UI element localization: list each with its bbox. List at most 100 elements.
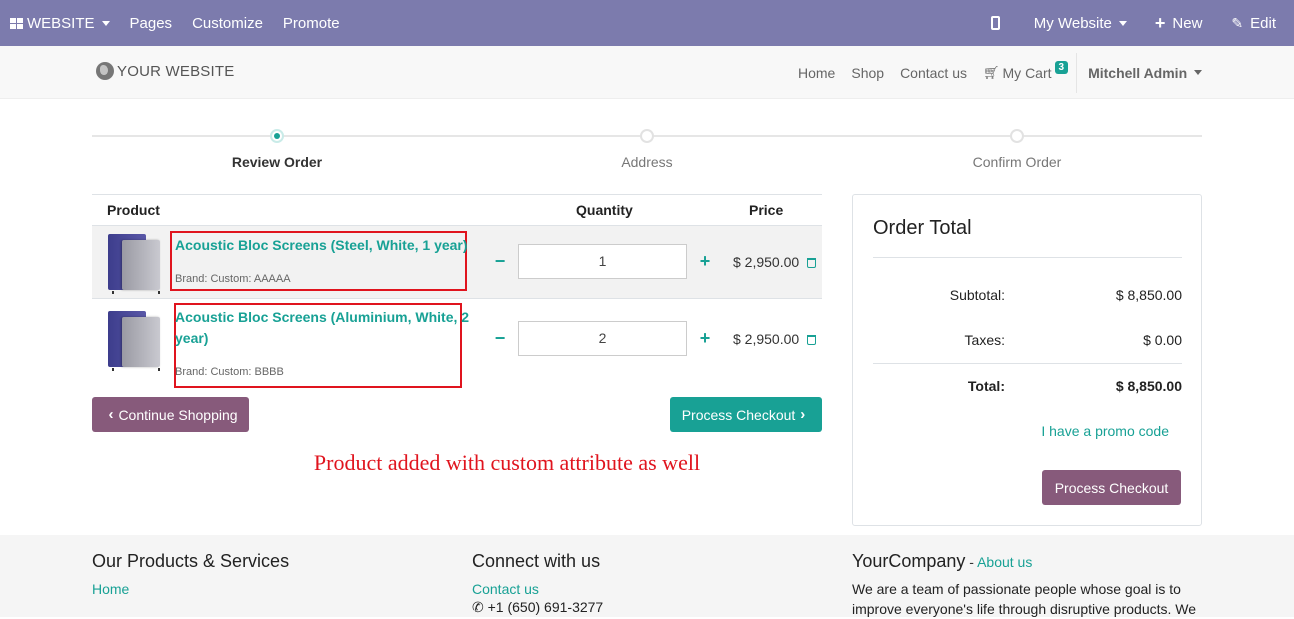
footer-heading: Our Products & Services [92, 551, 290, 571]
cart-table: Product Quantity Price Acoustic Bloc Scr… [92, 194, 822, 388]
footer-heading-sep: - [965, 554, 978, 570]
process-checkout-button[interactable]: Process Checkout › [670, 397, 822, 432]
step-label: Review Order [231, 154, 323, 170]
shopping-cart-icon: 🛒︎ [983, 64, 1000, 80]
quantity-input[interactable]: 1 [518, 244, 687, 279]
footer-text-line: improve everyone's life through disrupti… [852, 601, 1197, 617]
site-header: YOUR WEBSITE Home Shop Contact us 🛒︎ My … [0, 46, 1294, 99]
taxes-value: $ 0.00 [1143, 332, 1182, 348]
mobile-preview-button[interactable] [979, 0, 1018, 46]
promo-code-link[interactable]: I have a promo code [1041, 423, 1169, 439]
my-cart-label: My Cart [1002, 64, 1052, 81]
footer-link-home[interactable]: Home [92, 581, 289, 597]
chevron-left-icon: ‹ [108, 406, 114, 423]
cart-table-header: Product Quantity Price [92, 194, 822, 225]
product-name-link[interactable]: Acoustic Bloc Screens (Steel, White, 1 y… [175, 235, 468, 256]
new-button[interactable]: + New [1144, 0, 1219, 46]
pages-menu[interactable]: Pages [120, 0, 183, 46]
order-total-title: Order Total [873, 217, 972, 239]
total-label: Total: [967, 378, 1005, 394]
decrease-quantity-button[interactable]: − [490, 251, 510, 272]
footer-link-contact-us[interactable]: Contact us [472, 581, 603, 597]
annotation-text: Product added with custom attribute as w… [313, 450, 701, 475]
footer-phone: ✆ +1 (650) 691-3277 [472, 597, 603, 617]
total-value: $ 8,850.00 [1115, 378, 1182, 394]
step-dot [640, 129, 654, 143]
order-total-card: Order Total Subtotal: $ 8,850.00 Taxes: … [852, 194, 1202, 526]
chevron-right-icon: › [800, 406, 806, 423]
step-confirm-order: Confirm Order [917, 128, 1117, 170]
user-name: Mitchell Admin [1088, 64, 1188, 81]
website-menu-label: WEBSITE [27, 14, 95, 32]
website-menu[interactable]: WEBSITE [0, 0, 120, 46]
taxes-label: Taxes: [964, 332, 1005, 348]
user-menu[interactable]: Mitchell Admin [1079, 64, 1203, 81]
product-brand: Brand: Custom: AAAAA [175, 273, 291, 285]
column-quantity: Quantity [576, 202, 633, 218]
product-brand: Brand: Custom: BBBB [175, 366, 284, 378]
footer-products-column: Our Products & Services Home [92, 551, 289, 597]
increase-quantity-button[interactable]: + [695, 328, 715, 349]
main-nav: Home Shop Contact us 🛒︎ My Cart 3 Mitche… [790, 46, 1203, 99]
process-checkout-button[interactable]: Process Checkout [1042, 470, 1181, 505]
nav-my-cart[interactable]: 🛒︎ My Cart 3 [975, 61, 1076, 81]
nav-contact-us[interactable]: Contact us [892, 65, 975, 81]
increase-quantity-button[interactable]: + [695, 251, 715, 272]
step-label: Confirm Order [972, 154, 1062, 170]
product-price: $ 2,950.00 [733, 331, 800, 347]
process-checkout-label: Process Checkout [1054, 479, 1169, 496]
product-name-link[interactable]: Acoustic Bloc Screens (Aluminium, White,… [175, 307, 469, 349]
subtotal-label: Subtotal: [949, 287, 1005, 303]
quantity-stepper: − 1 + [490, 244, 715, 279]
cart-row: Acoustic Bloc Screens (Aluminium, White,… [92, 298, 822, 388]
caret-down-icon [1194, 70, 1203, 75]
subtotal-value: $ 8,850.00 [1115, 287, 1182, 303]
footer-company-column: YourCompany - About us We are a team of … [852, 551, 1196, 619]
site-footer: Our Products & Services Home Connect wit… [0, 535, 1294, 617]
apps-grid-icon [10, 17, 23, 29]
step-review-order: Review Order [177, 128, 377, 170]
process-checkout-label: Process Checkout [681, 406, 796, 423]
quantity-stepper: − 2 + [490, 321, 715, 356]
decrease-quantity-button[interactable]: − [490, 328, 510, 349]
globe-icon [96, 62, 114, 80]
promote-menu[interactable]: Promote [273, 0, 350, 46]
divider [873, 363, 1182, 364]
phone-number: +1 (650) 691-3277 [487, 599, 604, 615]
footer-company-text: We are a team of passionate people whose… [852, 579, 1196, 619]
product-price: $ 2,950.00 [733, 254, 800, 270]
trash-icon[interactable] [807, 335, 816, 345]
checkout-progress: Review Order Address Confirm Order [92, 128, 1202, 178]
product-image[interactable] [106, 307, 164, 371]
continue-shopping-button[interactable]: ‹ Continue Shopping [92, 397, 249, 432]
product-image[interactable] [106, 230, 164, 294]
quantity-input[interactable]: 2 [518, 321, 687, 356]
footer-company-heading: YourCompany - About us [852, 551, 1196, 572]
continue-shopping-label: Continue Shopping [118, 406, 238, 423]
site-logo[interactable]: YOUR WEBSITE [96, 62, 234, 80]
cart-row: Acoustic Bloc Screens (Steel, White, 1 y… [92, 225, 822, 298]
divider [873, 257, 1182, 258]
nav-divider [1076, 52, 1078, 93]
cart-count-badge: 3 [1054, 61, 1069, 74]
step-label: Address [621, 154, 673, 170]
my-website-menu[interactable]: My Website [1018, 0, 1144, 46]
footer-text-line: We are a team of passionate people whose… [852, 581, 1181, 597]
footer-connect-column: Connect with us Contact us ✆ +1 (650) 69… [472, 551, 603, 617]
footer-heading: YourCompany [852, 551, 966, 571]
caret-down-icon [101, 20, 110, 26]
admin-bar: WEBSITE Pages Customize Promote My Websi… [0, 0, 1294, 46]
phone-icon: ✆ [472, 599, 484, 615]
site-logo-text: YOUR WEBSITE [117, 62, 235, 80]
new-label: New [1172, 14, 1203, 32]
nav-home[interactable]: Home [790, 65, 843, 81]
footer-link-about-us[interactable]: About us [977, 554, 1032, 570]
customize-menu[interactable]: Customize [182, 0, 273, 46]
edit-button[interactable]: ✎ Edit [1218, 0, 1294, 46]
step-address: Address [547, 128, 747, 170]
nav-shop[interactable]: Shop [843, 65, 892, 81]
my-website-label: My Website [1033, 14, 1112, 32]
column-product: Product [107, 202, 160, 218]
trash-icon[interactable] [807, 258, 816, 268]
step-dot-active [270, 129, 284, 143]
